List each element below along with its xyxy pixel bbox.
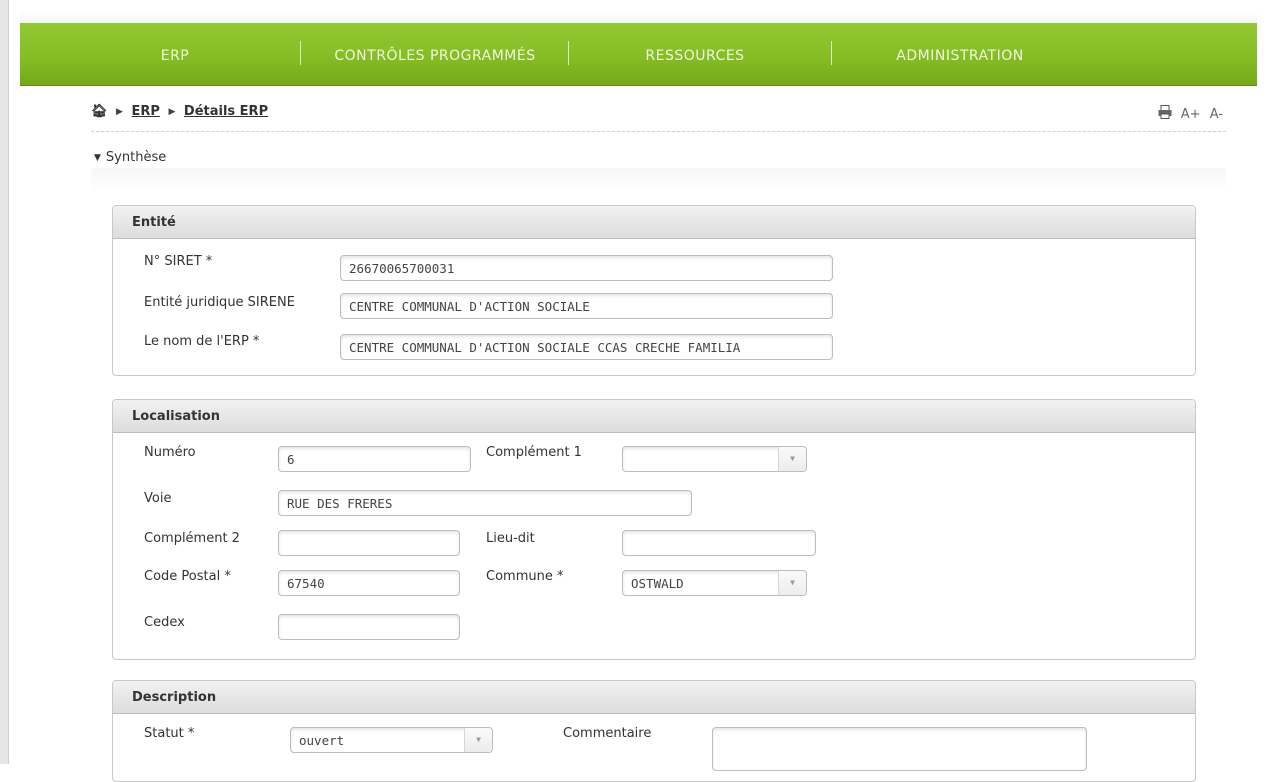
complement1-select[interactable]: ▼ xyxy=(622,446,807,472)
font-increase-button[interactable]: A+ xyxy=(1181,107,1201,122)
page-tools: A+ A- xyxy=(1153,104,1223,122)
statut-value: ouvert xyxy=(299,733,345,748)
dropdown-arrow-icon[interactable]: ▼ xyxy=(464,728,492,752)
commune-select[interactable]: OSTWALD ▼ xyxy=(622,570,807,596)
siret-label: N° SIRET * xyxy=(144,254,213,269)
complement2-label: Complément 2 xyxy=(144,531,240,546)
breadcrumb-erp-link[interactable]: ERP xyxy=(132,104,160,119)
synthese-bar xyxy=(91,168,1226,192)
panel-localisation-title: Localisation xyxy=(113,400,1195,433)
voie-input[interactable]: RUE DES FRERES xyxy=(278,490,692,516)
synthese-label: Synthèse xyxy=(105,150,167,165)
nav-controles-programmes[interactable]: CONTRÔLES PROGRAMMÉS xyxy=(310,23,560,85)
complement2-input[interactable] xyxy=(278,530,460,556)
panel-description: Description Statut * ouvert ▼ Commentair… xyxy=(112,680,1196,782)
commentaire-textarea[interactable] xyxy=(712,727,1087,771)
statut-label: Statut * xyxy=(144,726,195,741)
cedex-input[interactable] xyxy=(278,614,460,640)
numero-input[interactable]: 6 xyxy=(278,446,471,472)
nav-separator xyxy=(831,41,832,65)
triangle-down-icon: ▼ xyxy=(94,153,101,163)
font-decrease-button[interactable]: A- xyxy=(1210,107,1223,122)
code-postal-label: Code Postal * xyxy=(144,569,231,584)
statut-select[interactable]: ouvert ▼ xyxy=(290,727,493,753)
voie-label: Voie xyxy=(144,491,172,506)
nav-erp[interactable]: ERP xyxy=(120,23,230,85)
dropdown-arrow-icon[interactable]: ▼ xyxy=(778,571,806,595)
complement1-label: Complément 1 xyxy=(486,445,582,460)
numero-label: Numéro xyxy=(144,445,196,460)
siret-input[interactable]: 26670065700031 xyxy=(340,255,833,281)
entite-juridique-label: Entité juridique SIRENE xyxy=(144,295,295,310)
commentaire-label: Commentaire xyxy=(563,726,652,741)
panel-localisation: Localisation Numéro 6 Complément 1 ▼ Voi… xyxy=(112,399,1196,660)
breadcrumb-details-erp-link[interactable]: Détails ERP xyxy=(184,104,268,119)
nom-erp-label: Le nom de l'ERP * xyxy=(144,334,260,349)
breadcrumb-arrow-icon: ▶ xyxy=(168,107,176,117)
window-left-border xyxy=(0,0,9,764)
cedex-label: Cedex xyxy=(144,615,185,630)
panel-entite: Entité N° SIRET * 26670065700031 Entité … xyxy=(112,205,1196,376)
synthese-toggle[interactable]: ▼ Synthèse xyxy=(94,150,166,165)
panel-entite-title: Entité xyxy=(113,206,1195,239)
commune-value: OSTWALD xyxy=(631,576,684,591)
lieudit-input[interactable] xyxy=(622,530,816,556)
main-nav: ERP CONTRÔLES PROGRAMMÉS RESSOURCES ADMI… xyxy=(20,23,1257,86)
nav-separator xyxy=(568,41,569,65)
breadcrumb-divider xyxy=(91,131,1226,132)
home-icon[interactable]: 🏠︎ xyxy=(91,104,108,119)
entite-juridique-input[interactable]: CENTRE COMMUNAL D'ACTION SOCIALE xyxy=(340,293,833,319)
commune-label: Commune * xyxy=(486,569,564,584)
breadcrumb: 🏠︎ ▶ ERP ▶ Détails ERP xyxy=(91,104,268,119)
breadcrumb-arrow-icon: ▶ xyxy=(116,107,123,117)
dropdown-arrow-icon[interactable]: ▼ xyxy=(778,447,806,471)
nav-separator xyxy=(300,41,301,65)
nom-erp-input[interactable]: CENTRE COMMUNAL D'ACTION SOCIALE CCAS CR… xyxy=(340,334,833,360)
nav-ressources[interactable]: RESSOURCES xyxy=(620,23,770,85)
printer-icon[interactable] xyxy=(1158,105,1172,119)
lieudit-label: Lieu-dit xyxy=(486,531,535,546)
nav-administration[interactable]: ADMINISTRATION xyxy=(870,23,1050,85)
panel-description-title: Description xyxy=(113,681,1195,714)
code-postal-input[interactable]: 67540 xyxy=(278,570,460,596)
